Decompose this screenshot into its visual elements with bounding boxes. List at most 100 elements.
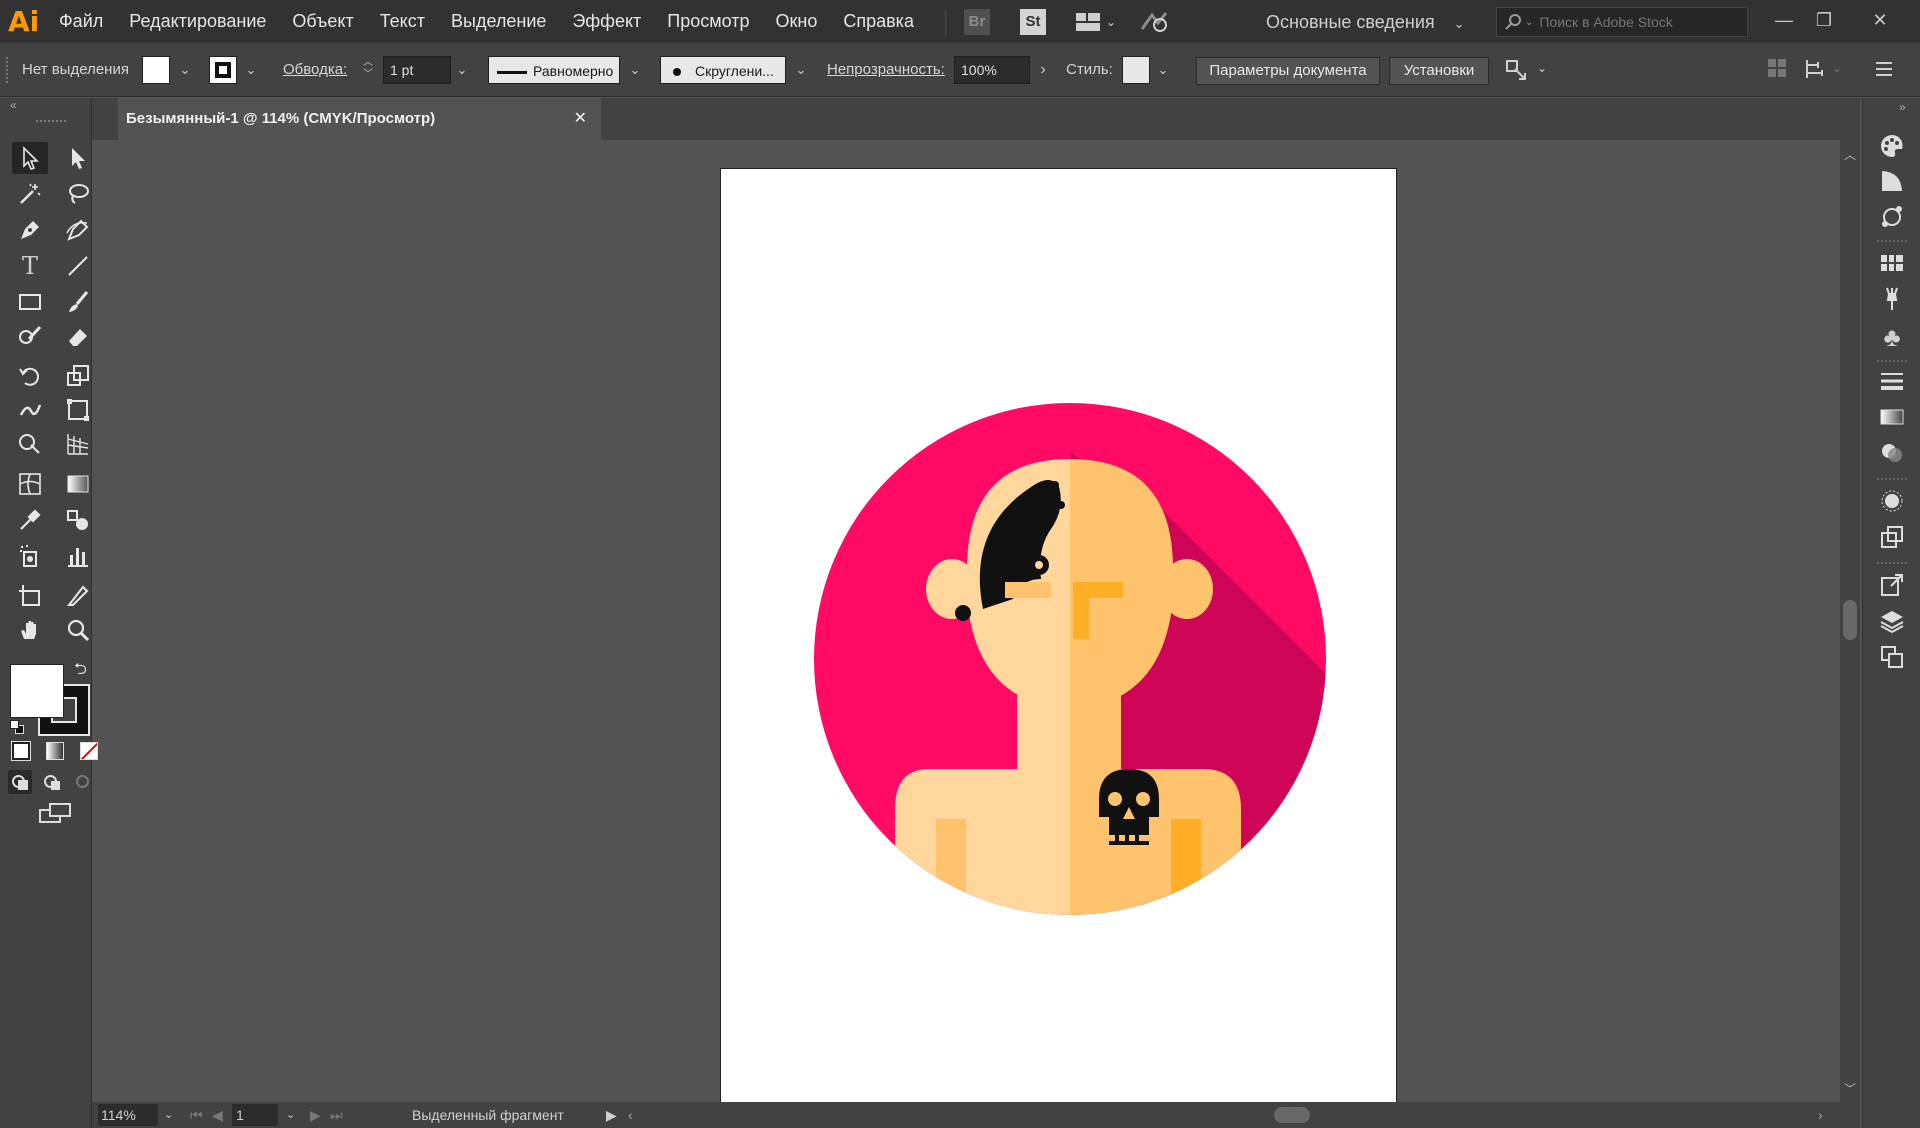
warp-tool-icon[interactable] [12, 394, 48, 426]
scroll-left-icon[interactable]: ‹ [628, 1102, 633, 1128]
draw-inside-icon[interactable] [72, 770, 96, 794]
gradient-mode-icon[interactable] [46, 742, 64, 760]
brush-dropdown[interactable]: ⌄ [790, 56, 812, 84]
menu-effect[interactable]: Эффект [559, 0, 654, 43]
color-guide-icon[interactable] [1877, 168, 1907, 198]
column-graph-tool-icon[interactable] [60, 540, 96, 572]
panel-menu-icon[interactable] [1874, 59, 1898, 83]
free-transform-tool-icon[interactable] [60, 394, 96, 426]
hand-tool-icon[interactable] [12, 614, 48, 646]
direct-selection-tool-icon[interactable] [60, 142, 96, 174]
brushes-icon[interactable] [1877, 286, 1907, 316]
stroke-label[interactable]: Обводка: [283, 43, 347, 97]
stock-button[interactable]: St [1019, 8, 1046, 35]
style-dropdown[interactable]: ⌄ [1152, 56, 1174, 84]
curvature-tool-icon[interactable] [60, 214, 96, 246]
eyedropper-tool-icon[interactable] [12, 504, 48, 536]
color-palette-icon[interactable] [1877, 132, 1907, 162]
pen-tool-icon[interactable] [12, 214, 48, 246]
restore-button[interactable]: ❐ [1804, 0, 1844, 43]
stroke-dropdown[interactable]: ⌄ [240, 56, 262, 84]
lasso-tool-icon[interactable] [60, 178, 96, 210]
magic-wand-tool-icon[interactable] [12, 178, 48, 210]
scroll-right-icon[interactable]: › [1818, 1102, 1823, 1128]
shaper-tool-icon[interactable] [12, 320, 48, 352]
rectangle-tool-icon[interactable] [12, 286, 48, 318]
last-artboard-icon[interactable]: ⏭ [330, 1102, 343, 1128]
none-mode-icon[interactable] [80, 742, 98, 760]
color-mode-icon[interactable] [11, 741, 31, 761]
screen-mode-icon[interactable] [38, 802, 72, 824]
scale-tool-icon[interactable] [60, 360, 96, 392]
swatches-icon[interactable] [1877, 250, 1907, 280]
brush-definition[interactable]: Скруглени... [660, 56, 786, 84]
minimize-button[interactable]: — [1764, 0, 1804, 43]
gpu-performance-icon[interactable] [1140, 9, 1180, 35]
export-icon[interactable] [1877, 572, 1907, 602]
default-fill-stroke-icon[interactable] [10, 720, 24, 734]
line-segment-tool-icon[interactable] [60, 250, 96, 282]
appearance-icon[interactable] [1877, 204, 1907, 234]
perspective-grid-tool-icon[interactable] [60, 428, 96, 460]
variable-width-profile[interactable]: Равномерно [488, 56, 620, 84]
artboard-tool-icon[interactable] [12, 580, 48, 612]
canvas-area[interactable] [112, 140, 1840, 1102]
document-tab[interactable]: Безымянный-1 @ 114% (CMYK/Просмотр) ✕ [118, 98, 601, 140]
gradient-panel-icon[interactable] [1877, 404, 1907, 434]
mesh-tool-icon[interactable] [12, 468, 48, 500]
control-grip[interactable] [6, 57, 10, 83]
horizontal-scroll-thumb[interactable] [1274, 1107, 1310, 1123]
menu-window[interactable]: Окно [763, 0, 831, 43]
symbol-sprayer-tool-icon[interactable] [12, 540, 48, 572]
menu-view[interactable]: Просмотр [654, 0, 762, 43]
menu-type[interactable]: Текст [367, 0, 438, 43]
gradient-tool-icon[interactable] [60, 468, 96, 500]
close-tab-icon[interactable]: ✕ [574, 98, 587, 140]
profile-dropdown[interactable]: ⌄ [624, 56, 646, 84]
opacity-field[interactable]: 100% [954, 56, 1030, 84]
next-artboard-icon[interactable]: ▶ [310, 1102, 321, 1128]
fill-color-box[interactable] [10, 664, 64, 718]
blend-tool-icon[interactable] [60, 504, 96, 536]
menu-select[interactable]: Выделение [438, 0, 559, 43]
symbols-icon[interactable]: ♣ [1877, 322, 1907, 352]
opacity-label[interactable]: Непрозрачность: [827, 43, 945, 97]
artboard-dropdown-icon[interactable]: ⌄ [286, 1102, 295, 1128]
avatar-illustration[interactable] [721, 169, 1398, 1102]
artboards-icon[interactable] [1877, 644, 1907, 674]
menu-edit[interactable]: Редактирование [116, 0, 279, 43]
zoom-tool-icon[interactable] [60, 614, 96, 646]
bridge-button[interactable]: Br [963, 8, 990, 35]
previous-artboard-icon[interactable]: ◀ [212, 1102, 223, 1128]
stroke-weight-field[interactable]: 1 pt [383, 56, 451, 84]
asset-export-icon[interactable] [1877, 524, 1907, 554]
draw-normal-icon[interactable] [8, 770, 32, 794]
artboard[interactable] [720, 168, 1397, 1102]
selection-tool-icon[interactable] [12, 142, 48, 174]
scroll-down-icon[interactable]: ﹀ [1844, 1080, 1856, 1097]
menu-help[interactable]: Справка [830, 0, 927, 43]
transparency-icon[interactable] [1877, 440, 1907, 470]
first-artboard-icon[interactable]: ⏮ [190, 1102, 203, 1128]
vertical-scrollbar[interactable]: ︿ ﹀ [1840, 140, 1860, 1102]
style-swatch[interactable] [1122, 56, 1150, 84]
stroke-weight-dropdown[interactable]: ⌄ [451, 56, 473, 84]
opacity-arrow[interactable]: › [1032, 56, 1054, 84]
fill-dropdown[interactable]: ⌄ [174, 56, 196, 84]
isolate-icon[interactable] [1766, 57, 1790, 85]
document-setup-button[interactable]: Параметры документа [1196, 57, 1380, 85]
draw-behind-icon[interactable] [40, 770, 64, 794]
menu-object[interactable]: Объект [279, 0, 366, 43]
zoom-field[interactable]: 114% [98, 1104, 158, 1126]
graphic-styles-icon[interactable] [1877, 488, 1907, 518]
eraser-tool-icon[interactable] [60, 320, 96, 352]
search-dropdown-icon[interactable]: ⌄ [1525, 17, 1533, 28]
workspace-switcher[interactable]: Основные сведения ⌄ [1266, 9, 1496, 35]
vertical-scroll-thumb[interactable] [1843, 600, 1857, 640]
artboard-number-field[interactable]: 1 [232, 1104, 278, 1126]
preferences-button[interactable]: Установки [1389, 57, 1489, 85]
stroke-panel-icon[interactable] [1877, 368, 1907, 398]
menu-file[interactable]: Файл [46, 0, 116, 43]
fill-swatch[interactable] [142, 56, 170, 84]
close-button[interactable]: ✕ [1860, 0, 1900, 43]
